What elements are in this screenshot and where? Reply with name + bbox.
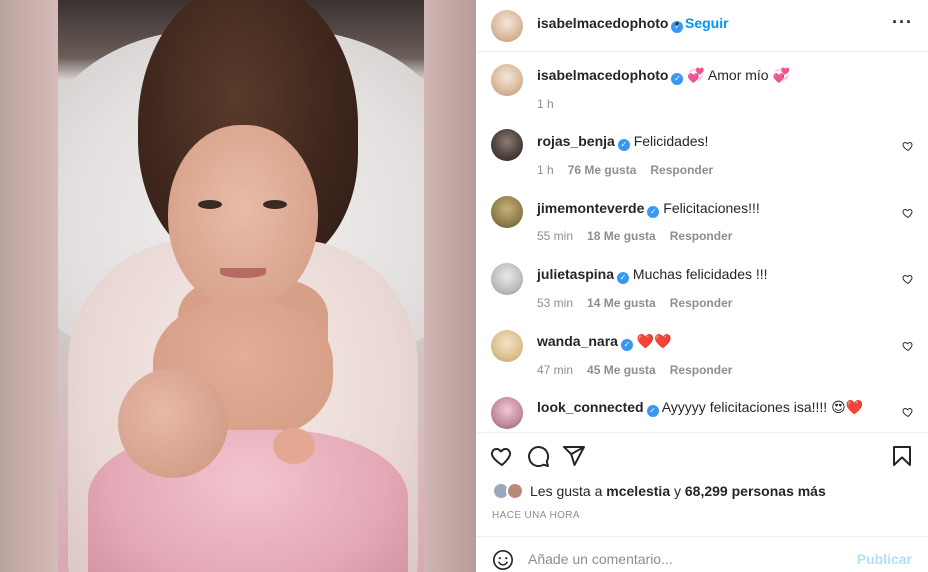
verified-icon: ✓ (617, 272, 630, 284)
comment-avatar[interactable] (491, 397, 523, 429)
comment-icon[interactable] (526, 444, 550, 468)
post-photo (58, 0, 424, 572)
verified-icon: ✓ (671, 73, 684, 85)
comment-avatar[interactable] (491, 330, 523, 362)
follow-button[interactable]: Seguir (685, 15, 729, 31)
comment-heart-icon[interactable] (902, 140, 914, 152)
caption-meta: 1 h (537, 97, 554, 111)
header-dot: • (675, 17, 680, 31)
comment-likes[interactable]: 76 Me gusta (568, 163, 637, 177)
emoji-icon[interactable] (492, 549, 514, 571)
caption-text: isabelmacedophoto ✓ 💞 Amor mío 💞 (537, 67, 790, 85)
comment-text: look_connected ✓ Ayyyyy felicitaciones is… (537, 399, 864, 417)
comment-avatar[interactable] (491, 263, 523, 295)
verified-icon: ✓ (617, 139, 630, 151)
comment-meta: 55 min 18 Me gusta Responder (537, 229, 733, 243)
publish-button[interactable]: Publicar (857, 551, 912, 567)
verified-icon: ✓ (647, 206, 660, 218)
eye-left (198, 200, 222, 209)
caption-username[interactable]: isabelmacedophoto (537, 67, 668, 83)
comment-text: wanda_nara ✓ ❤️❤️ (537, 333, 672, 351)
comment-text: julietaspina ✓ Muchas felicidades !!! (537, 266, 768, 284)
comment-likes[interactable]: 14 Me gusta (587, 296, 656, 310)
reply-button[interactable]: Responder (670, 296, 733, 310)
face (168, 125, 318, 310)
verified-icon: ✓ (620, 339, 633, 351)
comment-meta: 53 min 14 Me gusta Responder (537, 296, 733, 310)
baby-head (118, 368, 228, 478)
share-icon[interactable] (562, 444, 586, 468)
reply-button[interactable]: Responder (670, 363, 733, 377)
mouth (220, 268, 266, 278)
comment-likes[interactable]: 18 Me gusta (587, 229, 656, 243)
reply-button[interactable]: Responder (650, 163, 713, 177)
eye-right (263, 200, 287, 209)
comment-text: rojas_benja ✓ Felicidades! (537, 133, 709, 151)
verified-icon: ✓ (646, 405, 659, 417)
comment-avatar[interactable] (491, 129, 523, 161)
author-avatar[interactable] (491, 10, 523, 42)
comment-likes[interactable]: 45 Me gusta (587, 363, 656, 377)
comment-meta: 1 h 76 Me gusta Responder (537, 163, 714, 177)
likes-summary[interactable]: Les gusta a mcelestia y 68,299 personas … (530, 483, 826, 499)
post-time: HACE UNA HORA (492, 510, 580, 521)
comment-avatar[interactable] (491, 196, 523, 228)
bookmark-icon[interactable] (890, 444, 914, 468)
comment-meta: 47 min 45 Me gusta Responder (537, 363, 733, 377)
comment-text: jimemonteverde ✓ Felicitaciones!!! (537, 200, 760, 218)
comment-heart-icon[interactable] (902, 207, 914, 219)
post-panel: isabelmacedophoto ✓ • Seguir ··· isabelma… (476, 0, 928, 572)
post-media[interactable] (0, 0, 476, 572)
caption-avatar[interactable] (491, 64, 523, 96)
baby-fist (273, 428, 315, 464)
author-username[interactable]: isabelmacedophoto ✓ (537, 15, 684, 33)
reply-button[interactable]: Responder (670, 229, 733, 243)
liker-avatar[interactable] (506, 482, 524, 500)
comment-heart-icon[interactable] (902, 406, 914, 418)
comment-input[interactable] (528, 548, 838, 570)
comment-heart-icon[interactable] (902, 273, 914, 285)
more-options-icon[interactable]: ··· (892, 12, 913, 33)
heart-icon[interactable] (490, 444, 514, 468)
post-header: isabelmacedophoto ✓ • Seguir ··· (476, 0, 928, 52)
add-comment-bar: Publicar (476, 536, 928, 572)
comment-heart-icon[interactable] (902, 340, 914, 352)
